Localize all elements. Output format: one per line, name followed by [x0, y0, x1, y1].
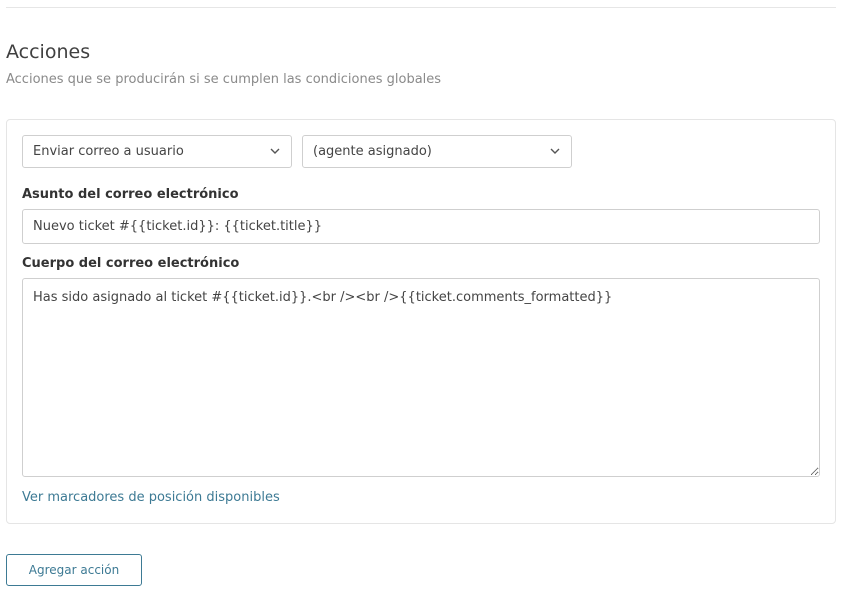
subject-input[interactable]	[22, 209, 820, 244]
section-title: Acciones	[6, 41, 91, 63]
action-card: Enviar correo a usuario (agente asignado…	[6, 119, 836, 524]
body-label: Cuerpo del correo electrónico	[22, 256, 240, 271]
body-textarea[interactable]: Has sido asignado al ticket #{{ticket.id…	[22, 278, 820, 477]
section-subtitle: Acciones que se producirán si se cumplen…	[6, 72, 442, 87]
recipient-value: (agente asignado)	[313, 144, 432, 159]
recipient-select[interactable]: (agente asignado)	[302, 135, 572, 168]
chevron-down-icon	[269, 136, 281, 167]
action-type-select[interactable]: Enviar correo a usuario	[22, 135, 292, 168]
subject-label: Asunto del correo electrónico	[22, 187, 239, 202]
view-placeholders-link[interactable]: Ver marcadores de posición disponibles	[22, 490, 280, 505]
add-action-button[interactable]: Agregar acción	[6, 554, 142, 586]
chevron-down-icon	[549, 136, 561, 167]
action-type-value: Enviar correo a usuario	[33, 144, 184, 159]
top-divider	[6, 7, 836, 8]
